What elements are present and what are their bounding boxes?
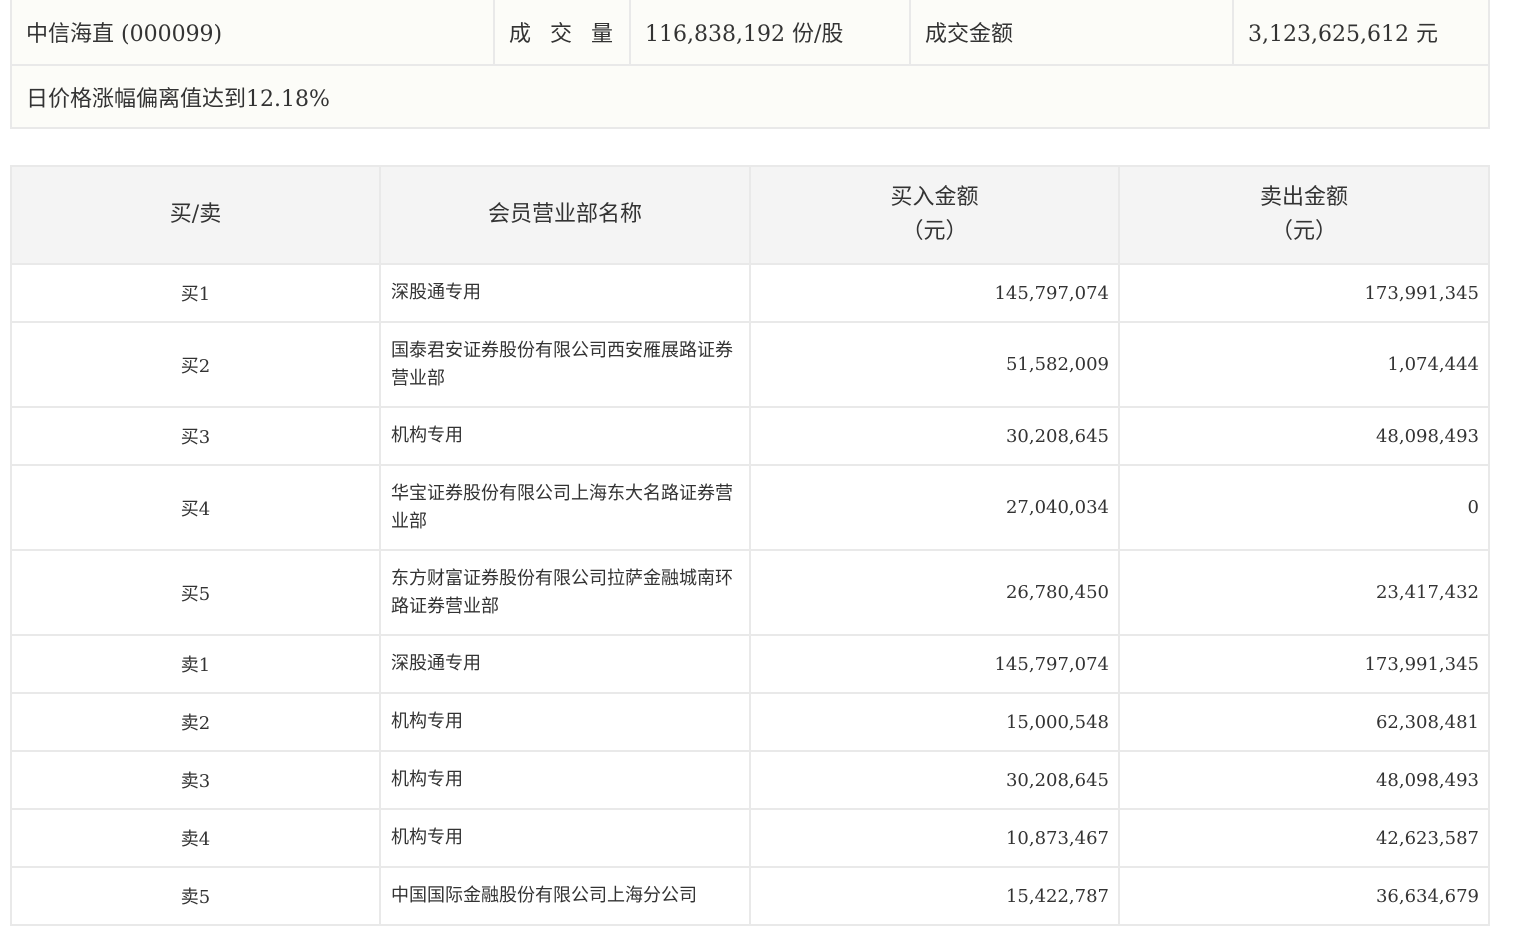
header-buy: 买入金额 （元） <box>749 165 1120 265</box>
row-member-name: 东方财富证券股份有限公司拉萨金融城南环路证券营业部 <box>379 549 751 636</box>
row-member-name: 机构专用 <box>379 750 751 810</box>
row-member-name: 华宝证券股份有限公司上海东大名路证券营业部 <box>379 464 751 551</box>
header-member: 会员营业部名称 <box>379 165 751 265</box>
row-sell-amount: 1,074,444 <box>1118 321 1490 408</box>
row-side: 买2 <box>10 321 381 408</box>
row-member-name: 机构专用 <box>379 406 751 466</box>
row-buy-amount: 10,873,467 <box>749 808 1120 868</box>
row-side: 卖5 <box>10 866 381 926</box>
header-buy-line1: 买入金额 <box>890 185 979 210</box>
row-side: 买4 <box>10 464 381 551</box>
row-member-name: 深股通专用 <box>379 634 751 694</box>
row-sell-amount: 23,417,432 <box>1118 549 1490 636</box>
amount-label: 成交金额 <box>909 0 1234 66</box>
row-side: 买1 <box>10 263 381 323</box>
table-row: 买4 华宝证券股份有限公司上海东大名路证券营业部 27,040,034 0 <box>10 464 1490 551</box>
volume-label: 成 交 量 <box>493 0 631 66</box>
table-row: 卖1 深股通专用 145,797,074 173,991,345 <box>10 634 1490 694</box>
row-side: 买3 <box>10 406 381 466</box>
row-buy-amount: 26,780,450 <box>749 549 1120 636</box>
stock-name: 中信海直 (000099) <box>10 0 495 66</box>
row-buy-amount: 30,208,645 <box>749 750 1120 810</box>
table-row: 买3 机构专用 30,208,645 48,098,493 <box>10 406 1490 466</box>
row-sell-amount: 173,991,345 <box>1118 634 1490 694</box>
row-buy-amount: 15,422,787 <box>749 866 1120 926</box>
page: 中信海直 (000099) 成 交 量 116,838,192 份/股 成交金额… <box>0 0 1518 942</box>
summary-reason-row: 日价格涨幅偏离值达到12.18% <box>10 64 1490 129</box>
summary-row: 中信海直 (000099) 成 交 量 116,838,192 份/股 成交金额… <box>10 0 1490 66</box>
table-row: 卖2 机构专用 15,000,548 62,308,481 <box>10 692 1490 752</box>
row-buy-amount: 30,208,645 <box>749 406 1120 466</box>
row-side: 卖1 <box>10 634 381 694</box>
header-sell-line1: 卖出金额 <box>1259 185 1348 210</box>
table-header-row: 买/卖 会员营业部名称 买入金额 （元） 卖出金额 （元） <box>10 165 1490 265</box>
row-side: 卖2 <box>10 692 381 752</box>
row-sell-amount: 48,098,493 <box>1118 750 1490 810</box>
row-buy-amount: 145,797,074 <box>749 634 1120 694</box>
volume-value: 116,838,192 份/股 <box>629 0 911 66</box>
row-sell-amount: 173,991,345 <box>1118 263 1490 323</box>
trading-table: 买/卖 会员营业部名称 买入金额 （元） 卖出金额 （元） 买1 深股通专用 1… <box>10 165 1490 926</box>
row-member-name: 机构专用 <box>379 692 751 752</box>
table-row: 买1 深股通专用 145,797,074 173,991,345 <box>10 263 1490 323</box>
row-sell-amount: 0 <box>1118 464 1490 551</box>
table-row: 买2 国泰君安证券股份有限公司西安雁展路证券营业部 51,582,009 1,0… <box>10 321 1490 408</box>
row-sell-amount: 36,634,679 <box>1118 866 1490 926</box>
row-sell-amount: 48,098,493 <box>1118 406 1490 466</box>
row-buy-amount: 15,000,548 <box>749 692 1120 752</box>
summary-table: 中信海直 (000099) 成 交 量 116,838,192 份/股 成交金额… <box>10 0 1490 129</box>
row-side: 卖4 <box>10 808 381 868</box>
row-side: 买5 <box>10 549 381 636</box>
row-sell-amount: 42,623,587 <box>1118 808 1490 868</box>
row-sell-amount: 62,308,481 <box>1118 692 1490 752</box>
reason-text: 日价格涨幅偏离值达到12.18% <box>10 64 1490 129</box>
table-row: 买5 东方财富证券股份有限公司拉萨金融城南环路证券营业部 26,780,450 … <box>10 549 1490 636</box>
row-member-name: 中国国际金融股份有限公司上海分公司 <box>379 866 751 926</box>
row-member-name: 深股通专用 <box>379 263 751 323</box>
row-side: 卖3 <box>10 750 381 810</box>
row-member-name: 国泰君安证券股份有限公司西安雁展路证券营业部 <box>379 321 751 408</box>
header-side: 买/卖 <box>10 165 381 265</box>
header-sell: 卖出金额 （元） <box>1118 165 1490 265</box>
table-row: 卖3 机构专用 30,208,645 48,098,493 <box>10 750 1490 810</box>
row-buy-amount: 51,582,009 <box>749 321 1120 408</box>
row-buy-amount: 27,040,034 <box>749 464 1120 551</box>
table-row: 卖4 机构专用 10,873,467 42,623,587 <box>10 808 1490 868</box>
header-buy-line2: （元） <box>901 219 968 244</box>
row-member-name: 机构专用 <box>379 808 751 868</box>
row-buy-amount: 145,797,074 <box>749 263 1120 323</box>
header-sell-line2: （元） <box>1270 219 1337 244</box>
amount-value: 3,123,625,612 元 <box>1232 0 1490 66</box>
table-row: 卖5 中国国际金融股份有限公司上海分公司 15,422,787 36,634,6… <box>10 866 1490 926</box>
